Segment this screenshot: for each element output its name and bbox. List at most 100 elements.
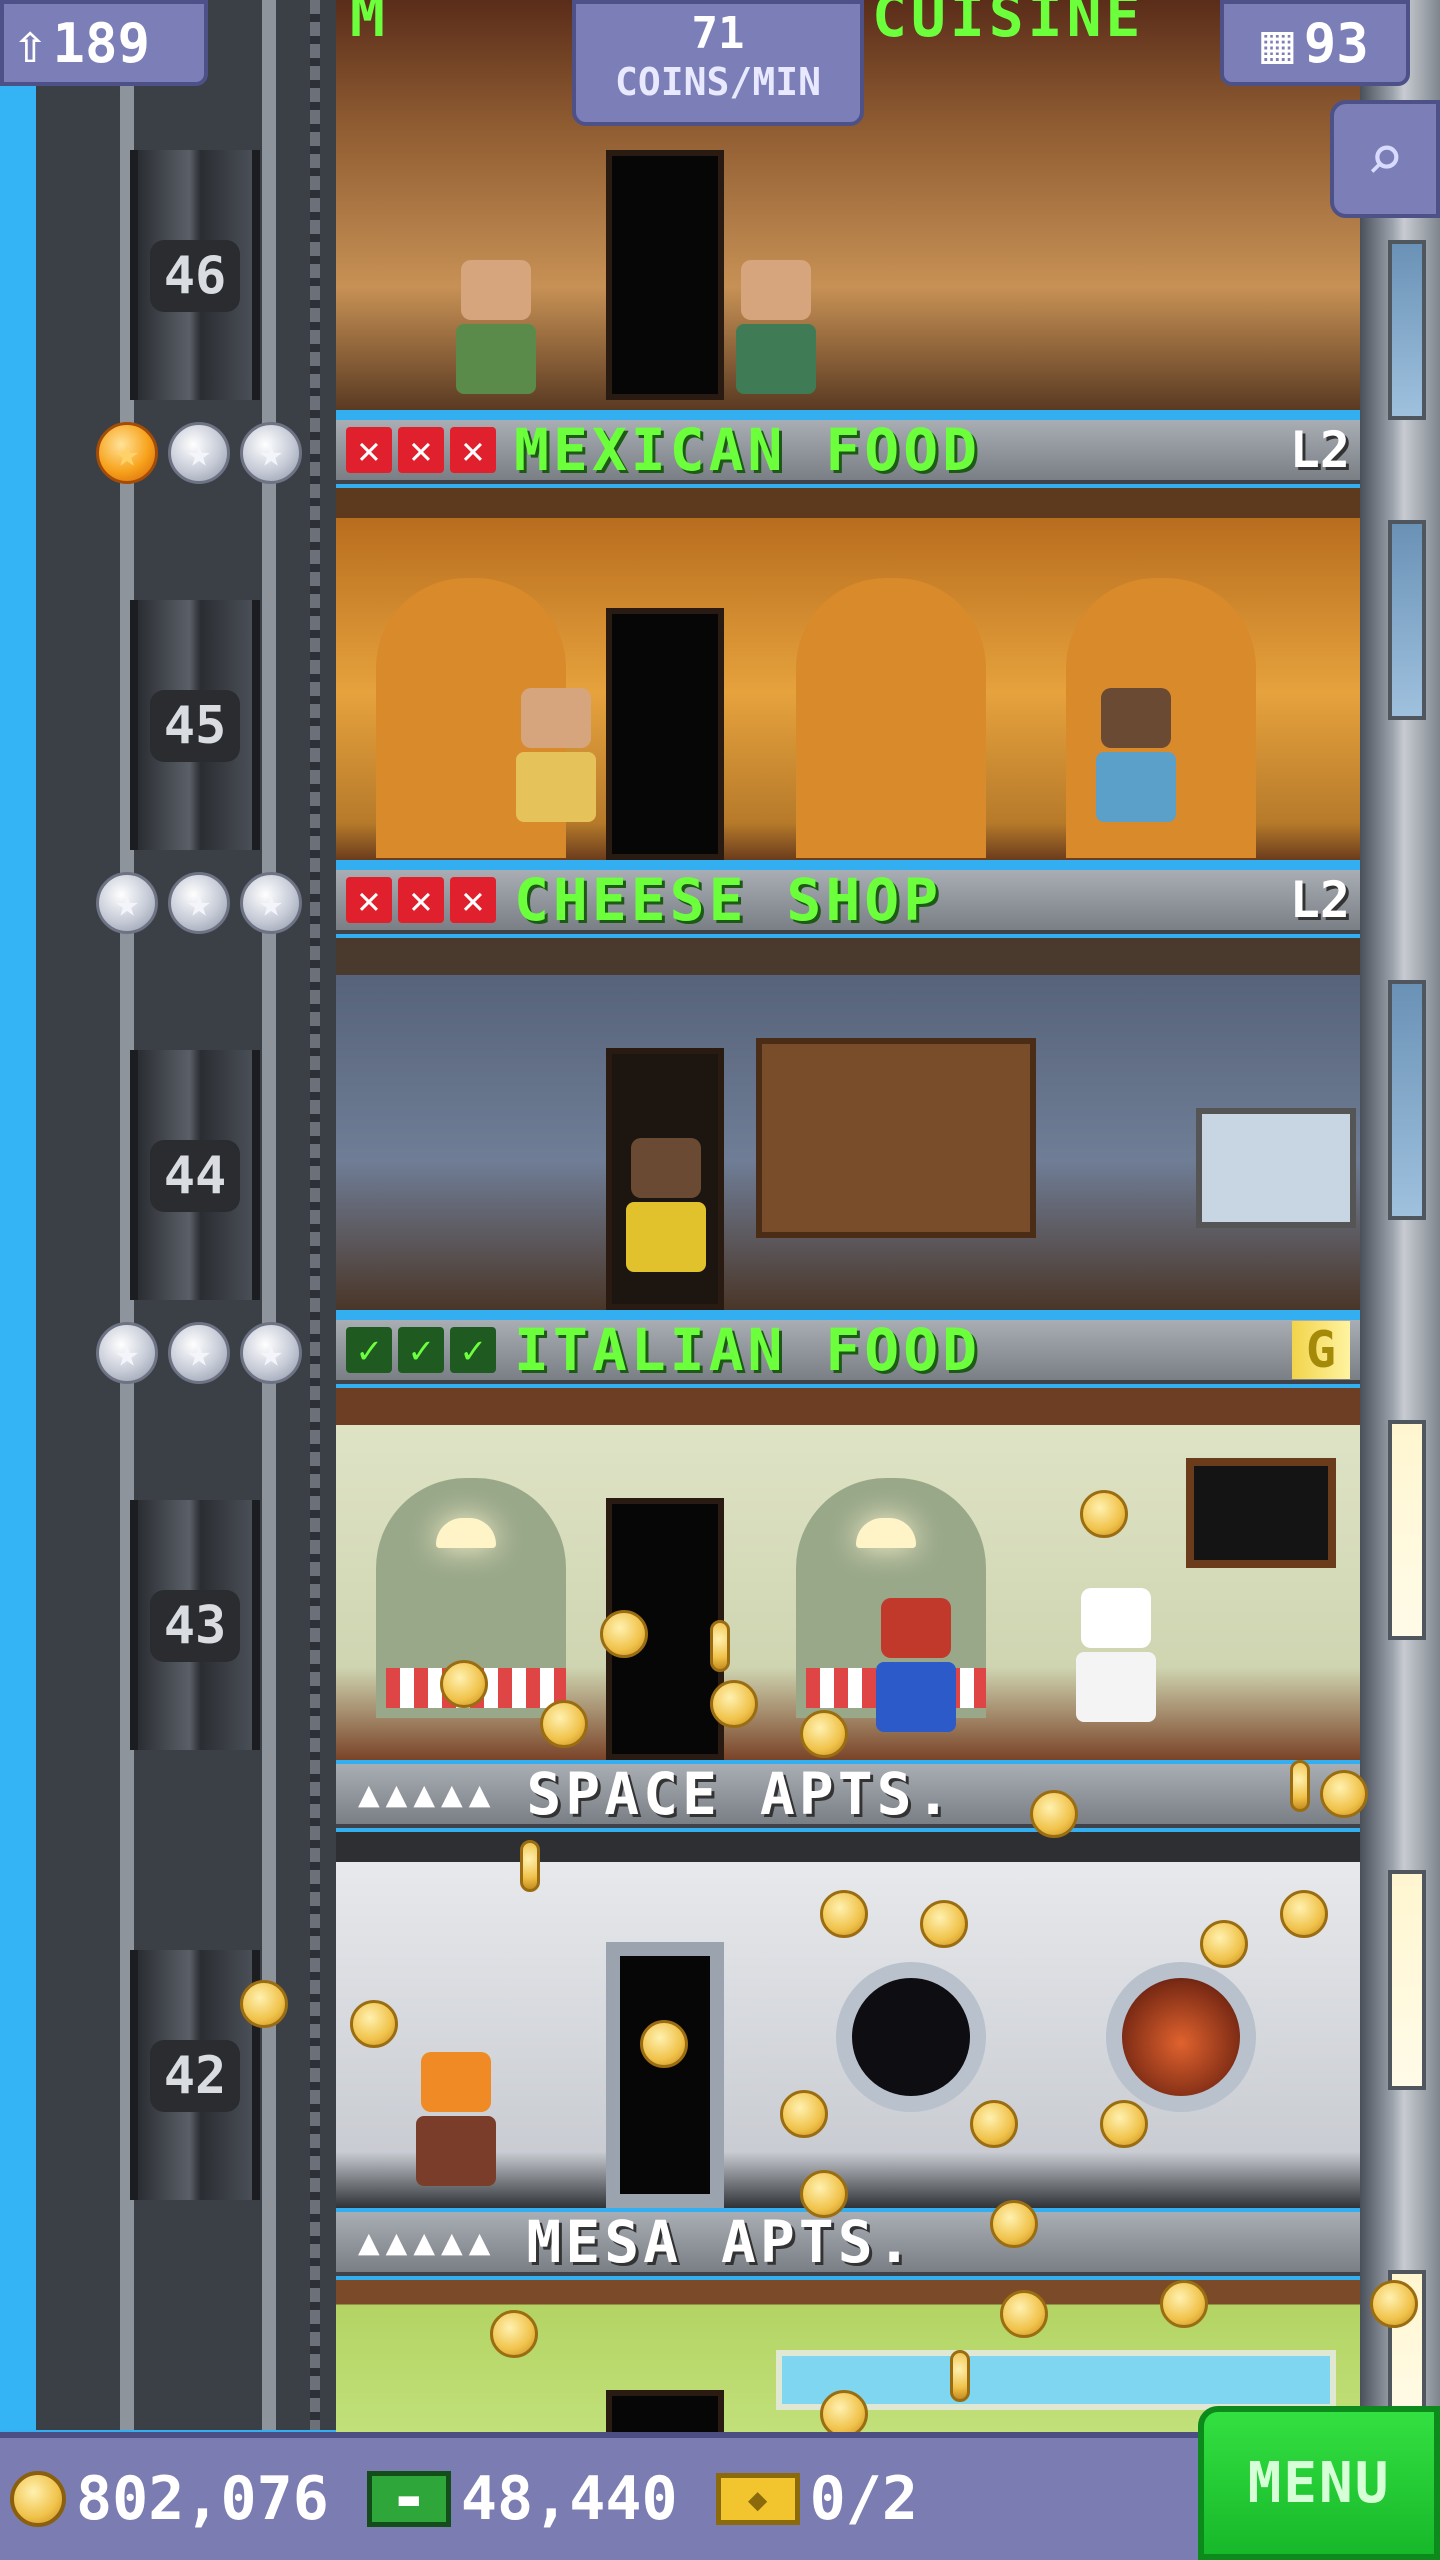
star-empty-icon: ★ [168, 1322, 230, 1384]
population-value: 189 [52, 11, 151, 75]
coin-particle[interactable] [1160, 2280, 1208, 2328]
floor-number-badge: 45 [150, 690, 240, 762]
room-door [606, 2390, 724, 2432]
floor-banner-cheese[interactable]: ✕ ✕ ✕ CHEESE SHOP L2 [336, 866, 1360, 934]
bitizen-body [416, 2116, 496, 2186]
floor-banner-space-apts[interactable]: ▲▲▲▲▲ SPACE APTS. [336, 1760, 1360, 1828]
porthole-window [836, 1962, 986, 2112]
bitizen-body [1096, 752, 1176, 822]
coin-rate-unit: COINS/MIN [615, 60, 821, 104]
building-window [1388, 980, 1426, 1220]
menu-chalkboard [1186, 1458, 1336, 1568]
bitizen-body [456, 324, 536, 394]
floor-stars: ★ ★ ★ [96, 872, 302, 934]
bitizen-character[interactable] [626, 1138, 706, 1272]
coin-particle[interactable] [710, 1680, 758, 1728]
star-empty-icon: ★ [96, 1322, 158, 1384]
bitizen-character[interactable] [1096, 688, 1176, 822]
building-window [1388, 1870, 1426, 2090]
room-arch [796, 578, 986, 858]
porthole-window [1106, 1962, 1256, 2112]
tickets-display[interactable]: ◆ 0/2 [715, 2464, 918, 2534]
coin-particle[interactable] [1370, 2280, 1418, 2328]
coin-particle[interactable] [1320, 1770, 1368, 1818]
floor-title-cuisine: M [350, 0, 389, 50]
coin-particle[interactable] [710, 1620, 730, 1672]
room-door [606, 1942, 724, 2208]
bux-display[interactable]: ▬ 48,440 [366, 2464, 678, 2534]
coin-particle[interactable] [1200, 1920, 1248, 1968]
room-mexican-food[interactable] [336, 488, 1360, 860]
floor-banner-mesa-apts[interactable]: ▲▲▲▲▲ MESA APTS. [336, 2208, 1360, 2276]
coin-particle[interactable] [1080, 1490, 1128, 1538]
bitizen-character[interactable] [736, 260, 816, 394]
bitizen-character[interactable] [416, 2052, 496, 2186]
coin-particle[interactable] [240, 1980, 288, 2028]
coin-particle[interactable] [780, 2090, 828, 2138]
floor-title: CHEESE SHOP [514, 866, 943, 934]
coin-particle[interactable] [1290, 1760, 1310, 1812]
bitizen-character[interactable] [876, 1598, 956, 1732]
coin-particle[interactable] [520, 1840, 540, 1892]
stock-empty-icon: ✕ [450, 877, 496, 923]
floor-banner-mexican[interactable]: ✕ ✕ ✕ MEXICAN FOOD L2 [336, 416, 1360, 484]
bitizen-character[interactable] [516, 688, 596, 822]
coin-particle[interactable] [920, 1900, 968, 1948]
bitizen-head [461, 260, 531, 320]
zoom-out-icon: ⌕ [1365, 122, 1405, 196]
zoom-out-button[interactable]: ⌕ [1330, 100, 1440, 218]
stock-empty-icon: ✕ [450, 427, 496, 473]
bitizen-body [516, 752, 596, 822]
building-icon: ▦ [1261, 11, 1294, 75]
coin-particle[interactable] [1030, 1790, 1078, 1838]
floor-number-badge: 44 [150, 1140, 240, 1212]
coin-particle[interactable] [820, 1890, 868, 1938]
bux-value: 48,440 [460, 2464, 678, 2534]
star-empty-icon: ★ [168, 422, 230, 484]
resident-count-icons: ▲▲▲▲▲ [358, 1773, 497, 1815]
bitizen-body [736, 324, 816, 394]
coin-particle[interactable] [800, 1710, 848, 1758]
coin-rate-value: 71 [691, 8, 745, 59]
bitizen-body [876, 1662, 956, 1732]
star-empty-icon: ★ [240, 422, 302, 484]
coin-particle[interactable] [970, 2100, 1018, 2148]
bitizen-character[interactable] [1076, 1588, 1156, 1722]
floor-number-badge: 46 [150, 240, 240, 312]
population-counter[interactable]: ⇧ 189 [0, 0, 208, 86]
room-door [606, 150, 724, 400]
coin-particle[interactable] [350, 2000, 398, 2048]
room-italian-food[interactable] [336, 1388, 1360, 1760]
floor-level-tag: G [1291, 1321, 1350, 1379]
coin-particle[interactable] [950, 2350, 970, 2402]
coin-particle[interactable] [540, 1700, 588, 1748]
building-window [1388, 1420, 1426, 1640]
coins-value: 802,076 [76, 2464, 329, 2534]
coin-particle[interactable] [490, 2310, 538, 2358]
coin-particle[interactable] [1280, 1890, 1328, 1938]
floor-counter[interactable]: ▦ 93 [1220, 0, 1410, 86]
coin-particle[interactable] [820, 2390, 868, 2438]
coin-particle[interactable] [640, 2020, 688, 2068]
stock-full-icon: ✓ [398, 1327, 444, 1373]
tickets-value: 0/2 [809, 2464, 918, 2534]
coins-display[interactable]: 802,076 [10, 2464, 329, 2534]
room-door [606, 608, 724, 860]
coin-particle[interactable] [1000, 2290, 1048, 2338]
display-case [1196, 1108, 1356, 1228]
coin-particle[interactable] [990, 2200, 1038, 2248]
coin-particle[interactable] [800, 2170, 848, 2218]
room-space-apts[interactable] [336, 1832, 1360, 2208]
person-up-icon: ⇧ [14, 11, 47, 75]
floor-stars: ★ ★ ★ [96, 422, 302, 484]
menu-button[interactable]: MENU [1198, 2406, 1440, 2560]
elevator-cable [310, 0, 320, 2430]
floor-banner-italian[interactable]: ✓ ✓ ✓ ITALIAN FOOD G [336, 1316, 1360, 1384]
room-cheese-shop[interactable] [336, 938, 1360, 1310]
bitizen-character[interactable] [456, 260, 536, 394]
coin-particle[interactable] [440, 1660, 488, 1708]
star-empty-icon: ★ [96, 872, 158, 934]
bitizen-body [626, 1202, 706, 1272]
coin-particle[interactable] [600, 1610, 648, 1658]
coin-particle[interactable] [1100, 2100, 1148, 2148]
